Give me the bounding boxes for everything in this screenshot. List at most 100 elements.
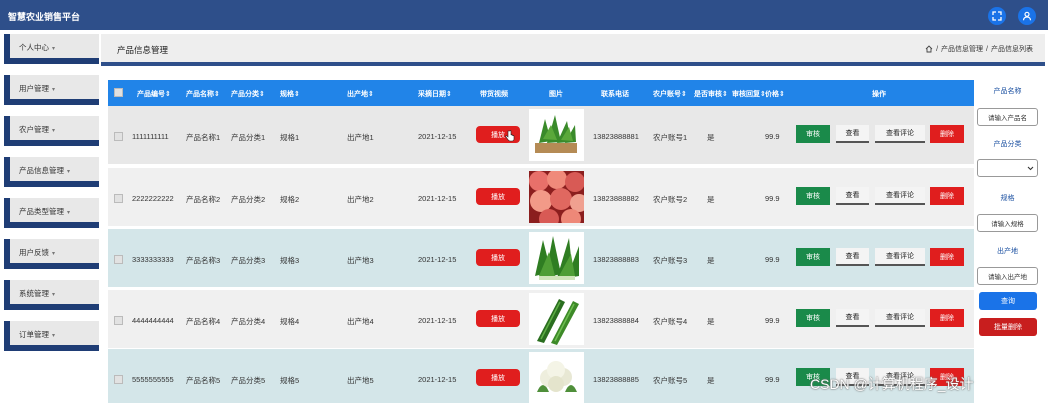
product-name: 产品名称1 [186, 133, 221, 142]
sidebar-item-product-type[interactable]: 产品类型管理 ▾ [4, 198, 99, 228]
view-comments-button[interactable]: 查看评论 [875, 125, 925, 143]
home-icon[interactable] [925, 45, 933, 53]
sidebar-item-product-info[interactable]: 产品信息管理 ▾ [4, 157, 99, 187]
contact-phone: 13823888881 [593, 132, 639, 141]
delete-button[interactable]: 删除 [930, 248, 964, 266]
delete-button[interactable]: 删除 [930, 125, 964, 143]
review-button[interactable]: 审核 [796, 248, 830, 266]
column-header: 联系电话 [601, 91, 629, 98]
row-checkbox[interactable] [114, 132, 123, 141]
sidebar-item-label: 农户管理 [19, 125, 49, 134]
product-spec: 规格2 [280, 195, 300, 204]
delete-button[interactable]: 删除 [930, 187, 964, 205]
play-video-button[interactable]: 播放 [476, 369, 520, 386]
product-category-label: 产品分类 [993, 141, 1022, 148]
product-category: 产品分类1 [231, 133, 266, 142]
contact-phone: 13823888883 [593, 255, 639, 264]
product-image [529, 293, 584, 345]
product-code: 4444444444 [132, 316, 174, 325]
column-header[interactable]: 规格⇕ [280, 89, 300, 99]
caret-down-icon: ▾ [52, 251, 56, 257]
sidebar-item-user-management[interactable]: 用户管理 ▾ [4, 75, 99, 105]
view-button[interactable]: 查看 [836, 125, 869, 143]
review-button[interactable]: 审核 [796, 187, 830, 205]
table-header: 产品编号⇕ 产品名称⇕ 产品分类⇕ 规格⇕ 出产地⇕ 采摘日期⇕ 带货视频 图片… [108, 80, 974, 106]
price: 99.9 [765, 375, 780, 384]
column-header[interactable]: 出产地⇕ [347, 89, 374, 99]
sidebar-item-feedback[interactable]: 用户反馈 ▾ [4, 239, 99, 269]
product-code: 1111111111 [132, 132, 169, 141]
approval-status: 是 [707, 376, 715, 385]
page-header: 产品信息管理 / 产品信息管理 / 产品信息列表 [101, 34, 1045, 66]
hand-cursor-icon [505, 130, 515, 142]
price: 99.9 [765, 132, 780, 141]
sidebar-item-system[interactable]: 系统管理 ▾ [4, 280, 99, 310]
app-title: 智慧农业销售平台 [8, 12, 81, 22]
column-header[interactable]: 价格⇕ [765, 89, 785, 99]
view-comments-button[interactable]: 查看评论 [875, 248, 925, 266]
product-code: 2222222222 [132, 194, 174, 203]
select-all-checkbox[interactable] [114, 88, 123, 97]
price: 99.9 [765, 194, 780, 203]
product-spec: 规格4 [280, 317, 300, 326]
sidebar-item-label: 系统管理 [19, 289, 49, 298]
price: 99.9 [765, 316, 780, 325]
product-category: 产品分类3 [231, 256, 266, 265]
spec-input[interactable]: 请输入规格 [977, 214, 1038, 232]
column-header[interactable]: 是否审核⇕ [694, 89, 728, 99]
review-button[interactable]: 审核 [796, 309, 830, 327]
product-image [529, 352, 584, 403]
spinach-photo [529, 109, 584, 161]
column-header[interactable]: 产品编号⇕ [137, 89, 171, 99]
product-spec: 规格3 [280, 256, 300, 265]
sidebar-item-label: 用户管理 [19, 84, 49, 93]
view-comments-button[interactable]: 查看评论 [875, 309, 925, 327]
column-header[interactable]: 采摘日期⇕ [418, 89, 452, 99]
play-video-button[interactable]: 播放 [476, 249, 520, 266]
column-header[interactable]: 产品分类⇕ [231, 89, 265, 99]
delete-button[interactable]: 删除 [930, 309, 964, 327]
play-video-button[interactable]: 播放 [476, 188, 520, 205]
watermark: CSDN @计算机程序_设计 [810, 376, 974, 392]
view-button[interactable]: 查看 [836, 248, 869, 266]
origin-input[interactable]: 请输入出产地 [977, 267, 1038, 285]
column-header[interactable]: 审核回复⇕ [732, 89, 766, 99]
search-button[interactable]: 查询 [979, 292, 1037, 310]
breadcrumb-item[interactable]: 产品信息管理 [941, 44, 983, 54]
farmer-account: 农户账号3 [653, 256, 688, 265]
caret-down-icon: ▾ [52, 333, 56, 339]
user-avatar-icon[interactable] [1018, 7, 1036, 25]
row-checkbox[interactable] [114, 194, 123, 203]
product-origin: 出产地5 [347, 376, 374, 385]
product-name: 产品名称5 [186, 376, 221, 385]
view-comments-button[interactable]: 查看评论 [875, 187, 925, 205]
table-row: 3333333333 产品名称3 产品分类3 规格3 出产地3 2021-12-… [108, 229, 974, 287]
product-category: 产品分类5 [231, 376, 266, 385]
row-checkbox[interactable] [114, 375, 123, 384]
sidebar-item-farmer-management[interactable]: 农户管理 ▾ [4, 116, 99, 146]
product-origin: 出产地4 [347, 317, 374, 326]
product-category-select[interactable] [977, 159, 1038, 177]
product-name-input[interactable]: 请输入产品名 [977, 108, 1038, 126]
column-header[interactable]: 农户账号⇕ [653, 89, 687, 99]
product-origin: 出产地2 [347, 195, 374, 204]
batch-delete-button[interactable]: 批量删除 [979, 318, 1037, 336]
column-header[interactable]: 产品名称⇕ [186, 89, 220, 99]
review-button[interactable]: 审核 [796, 125, 830, 143]
play-video-button[interactable]: 播放 [476, 310, 520, 327]
product-origin: 出产地3 [347, 256, 374, 265]
row-checkbox[interactable] [114, 255, 123, 264]
fullscreen-icon[interactable] [988, 7, 1006, 25]
product-image [529, 109, 584, 161]
product-name: 产品名称4 [186, 317, 221, 326]
sidebar-item-orders[interactable]: 订单管理 ▾ [4, 321, 99, 351]
caret-down-icon: ▾ [52, 128, 56, 134]
sidebar-item-personal-center[interactable]: 个人中心 ▾ [4, 34, 99, 64]
sidebar-item-label: 用户反馈 [19, 248, 49, 257]
contact-phone: 13823888885 [593, 375, 639, 384]
view-button[interactable]: 查看 [836, 187, 869, 205]
farmer-account: 农户账号1 [653, 133, 688, 142]
view-button[interactable]: 查看 [836, 309, 869, 327]
product-image [529, 169, 588, 229]
row-checkbox[interactable] [114, 316, 123, 325]
